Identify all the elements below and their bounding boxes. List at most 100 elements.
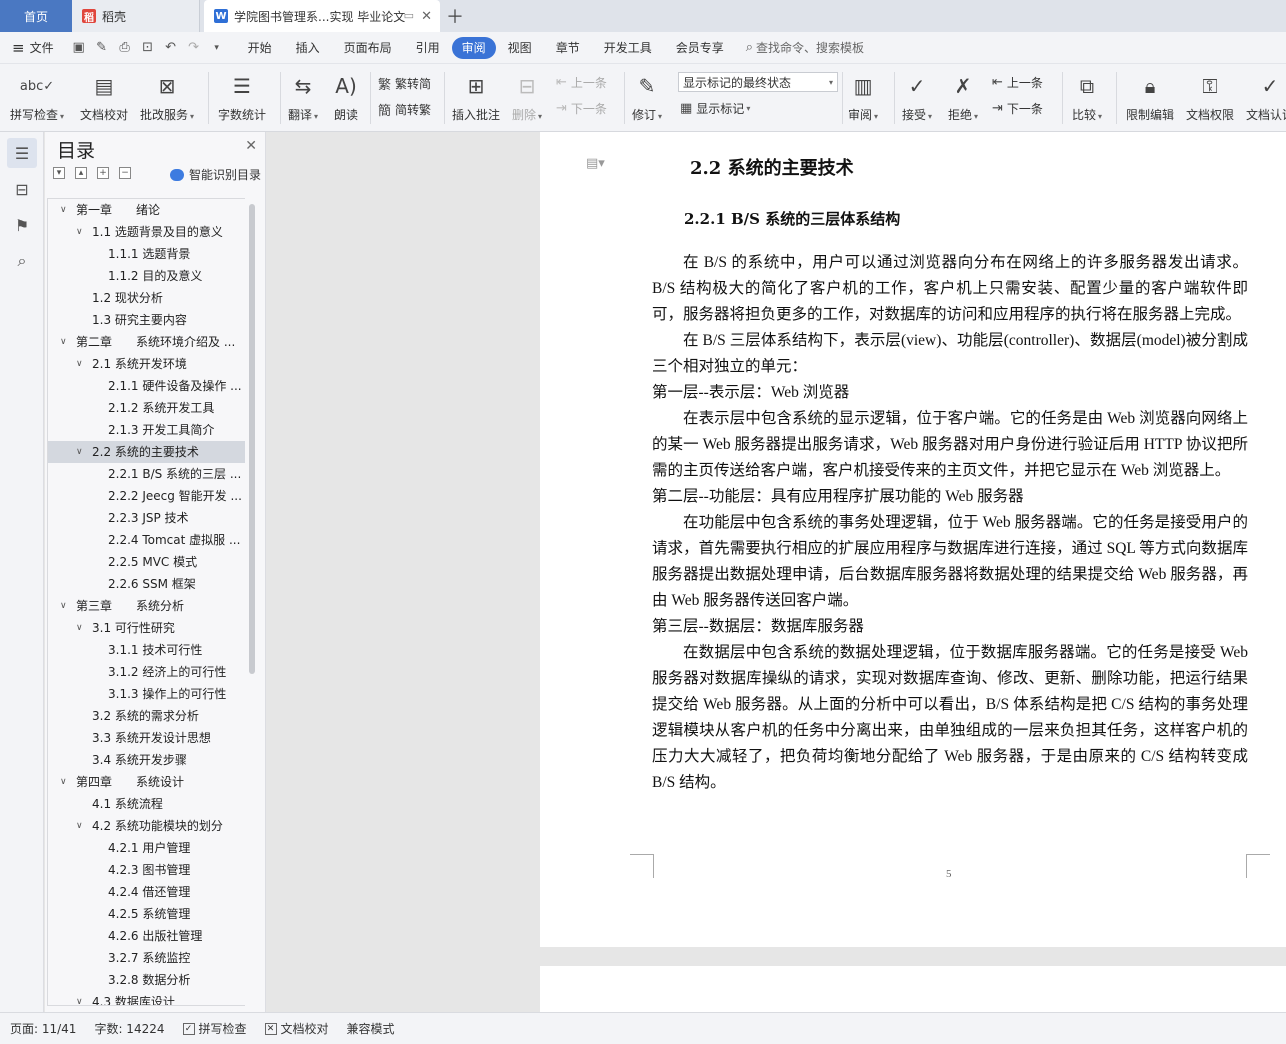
toc-pane-icon[interactable]: ☰ — [7, 138, 37, 168]
document-page[interactable]: ▤▾ 2.2 系统的主要技术 2.2.1 B/S 系统的三层体系结构 在 B/S… — [540, 132, 1286, 947]
document-canvas[interactable]: ▤▾ 2.2 系统的主要技术 2.2.1 B/S 系统的三层体系结构 在 B/S… — [266, 132, 1286, 1012]
delete-comment-button[interactable]: ⊟ 删除 ▾ — [512, 64, 542, 123]
reject-button[interactable]: ✗ 拒绝 ▾ — [948, 64, 978, 123]
tab-document[interactable]: W 学院图书管理系...实现 毕业论文 ▭ ✕ — [204, 0, 440, 32]
prev-comment-button[interactable]: ⇤ 上一条 — [556, 74, 607, 91]
review-pane-button[interactable]: ▥ 审阅 ▾ — [848, 64, 878, 123]
batch-service-button[interactable]: ⊠ 批改服务 ▾ — [140, 64, 194, 123]
insert-comment-button[interactable]: ⊞ 插入批注 — [452, 64, 500, 123]
toc-item[interactable]: ∨ 2.2 系统的主要技术 — [48, 441, 245, 463]
document-body[interactable]: 在 B/S 的系统中，用户可以通过浏览器向分布在网络上的许多服务器发出请求。B/… — [652, 250, 1248, 796]
chevron-down-icon[interactable]: ∨ — [76, 815, 83, 837]
command-search[interactable]: ⌕ 查找命令、搜索模板 — [746, 39, 864, 56]
save-icon[interactable]: ▣ — [72, 40, 86, 55]
document-outline-icon[interactable]: ▤▾ — [586, 156, 605, 171]
toc-item[interactable]: ∨ 4.2 系统功能模块的划分 — [48, 815, 245, 837]
bookmark-icon[interactable]: ⚑ — [7, 210, 37, 240]
toc-item[interactable]: 4.2.4 借还管理 — [48, 881, 245, 903]
toc-item[interactable]: 2.2.4 Tomcat 虚拟服 ... — [48, 529, 245, 551]
tab-start[interactable]: 开始 — [236, 37, 284, 59]
spell-check-button[interactable]: abc✓ 拼写检查 ▾ — [10, 64, 64, 123]
toc-item[interactable]: 3.1.3 操作上的可行性 — [48, 683, 245, 705]
word-count-indicator[interactable]: 字数: 14224 — [94, 1020, 164, 1037]
chevron-down-icon[interactable]: ∨ — [60, 771, 67, 793]
markup-mode-select[interactable]: 显示标记的最终状态 ▾ — [678, 72, 838, 92]
close-icon[interactable]: ✕ — [245, 138, 257, 154]
toc-item[interactable]: ∨ 3.1 可行性研究 — [48, 617, 245, 639]
toc-item[interactable]: 2.2.2 Jeecg 智能开发 ... — [48, 485, 245, 507]
toc-item[interactable]: 4.2.5 系统管理 — [48, 903, 245, 925]
toc-item[interactable]: ∨ 2.1 系统开发环境 — [48, 353, 245, 375]
tab-review[interactable]: 审阅 — [451, 36, 496, 59]
doc-cert-button[interactable]: ✓ 文档认证 — [1246, 64, 1286, 123]
toc-item[interactable]: 3.2 系统的需求分析 — [48, 705, 245, 727]
pin-icon[interactable]: ▭ — [404, 9, 414, 22]
toc-item[interactable]: ∨ 1.1 选题背景及目的意义 — [48, 221, 245, 243]
trad-to-simp-button[interactable]: 繁繁转简 — [378, 74, 431, 93]
toc-item[interactable]: 3.2.7 系统监控 — [48, 947, 245, 969]
toc-item[interactable]: 4.2.3 图书管理 — [48, 859, 245, 881]
chevron-down-icon[interactable]: ∨ — [60, 331, 67, 353]
translate-button[interactable]: ⇆ 翻译 ▾ — [288, 64, 318, 123]
collapse-all-icon[interactable]: ▾ — [53, 167, 65, 179]
track-changes-button[interactable]: ✎ 修订 ▾ — [632, 64, 662, 123]
accept-button[interactable]: ✓ 接受 ▾ — [902, 64, 932, 123]
toc-item[interactable]: 2.2.6 SSM 框架 — [48, 573, 245, 595]
toc-item[interactable]: 1.1.1 选题背景 — [48, 243, 245, 265]
toc-item[interactable]: 1.3 研究主要内容 — [48, 309, 245, 331]
toc-scrollbar[interactable] — [245, 198, 263, 1006]
chapter-nav-icon[interactable]: ⊟ — [7, 174, 37, 204]
toc-item[interactable]: 2.2.3 JSP 技术 — [48, 507, 245, 529]
file-menu-button[interactable]: ≡ 文件 — [0, 32, 66, 64]
chevron-down-icon[interactable]: ∨ — [60, 199, 67, 221]
chevron-down-icon[interactable]: ∨ — [76, 991, 83, 1005]
toc-item[interactable]: 4.1 系统流程 — [48, 793, 245, 815]
toc-item[interactable]: 3.1.1 技术可行性 — [48, 639, 245, 661]
word-count-button[interactable]: ☰ 字数统计 — [218, 64, 266, 123]
toc-item[interactable]: ∨ 第三章 系统分析 — [48, 595, 245, 617]
show-markup-button[interactable]: ▦ 显示标记 ▾ — [680, 100, 750, 117]
toc-item[interactable]: 2.1.3 开发工具简介 — [48, 419, 245, 441]
restrict-edit-button[interactable]: 🔒︎ 限制编辑 — [1126, 64, 1174, 123]
undo-icon[interactable]: ↶ — [164, 40, 178, 55]
add-heading-icon[interactable]: + — [97, 167, 109, 179]
tab-developer[interactable]: 开发工具 — [592, 37, 664, 59]
expand-up-icon[interactable]: ▴ — [75, 167, 87, 179]
toc-item[interactable]: 1.1.2 目的及意义 — [48, 265, 245, 287]
smart-toc-button[interactable]: 智能识别目录 — [169, 166, 261, 183]
toc-item[interactable]: ∨ 第四章 系统设计 — [48, 771, 245, 793]
toc-item[interactable]: ∨ 第一章 绪论 — [48, 199, 245, 221]
search-icon[interactable]: ⌕ — [7, 246, 37, 276]
toc-item[interactable]: 1.2 现状分析 — [48, 287, 245, 309]
next-comment-button[interactable]: ⇥ 下一条 — [556, 100, 607, 117]
chevron-down-icon[interactable]: ∨ — [60, 595, 67, 617]
prev-change-button[interactable]: ⇤ 上一条 — [992, 74, 1043, 91]
chevron-down-icon[interactable]: ∨ — [76, 221, 83, 243]
chevron-down-icon[interactable]: ∨ — [76, 441, 83, 463]
toc-scroll-thumb[interactable] — [249, 204, 255, 674]
doc-proof-toggle[interactable]: ✕ 文档校对 — [264, 1020, 329, 1037]
toc-item[interactable]: 3.4 系统开发步骤 — [48, 749, 245, 771]
tab-docer[interactable]: 稻 稻壳 — [72, 0, 200, 32]
toc-item[interactable]: 2.1.2 系统开发工具 — [48, 397, 245, 419]
toc-item[interactable]: 3.1.2 经济上的可行性 — [48, 661, 245, 683]
doc-permission-button[interactable]: ⚿ 文档权限 — [1186, 64, 1234, 123]
toc-item[interactable]: 4.2.1 用户管理 — [48, 837, 245, 859]
toc-item[interactable]: 2.1.1 硬件设备及操作 ... — [48, 375, 245, 397]
spell-check-toggle[interactable]: ✓ 拼写检查 — [182, 1020, 247, 1037]
tab-view[interactable]: 视图 — [496, 37, 544, 59]
tab-member[interactable]: 会员专享 — [664, 37, 736, 59]
tab-chapter[interactable]: 章节 — [544, 37, 592, 59]
tab-home[interactable]: 首页 — [0, 0, 72, 32]
doc-proof-button[interactable]: ▤ 文档校对 — [80, 64, 128, 123]
new-tab-button[interactable]: ＋ — [440, 0, 470, 32]
close-icon[interactable]: ✕ — [421, 9, 432, 24]
format-painter-icon[interactable]: ✎ — [95, 40, 109, 55]
tab-references[interactable]: 引用 — [404, 37, 452, 59]
page-indicator[interactable]: 页面: 11/41 — [10, 1020, 76, 1037]
print-preview-icon[interactable]: ⊡ — [141, 40, 155, 55]
simp-to-trad-button[interactable]: 簡简转繁 — [378, 100, 431, 119]
chevron-down-icon[interactable]: ∨ — [76, 353, 83, 375]
tab-page-layout[interactable]: 页面布局 — [332, 37, 404, 59]
toc-item[interactable]: 2.2.1 B/S 系统的三层 ... — [48, 463, 245, 485]
